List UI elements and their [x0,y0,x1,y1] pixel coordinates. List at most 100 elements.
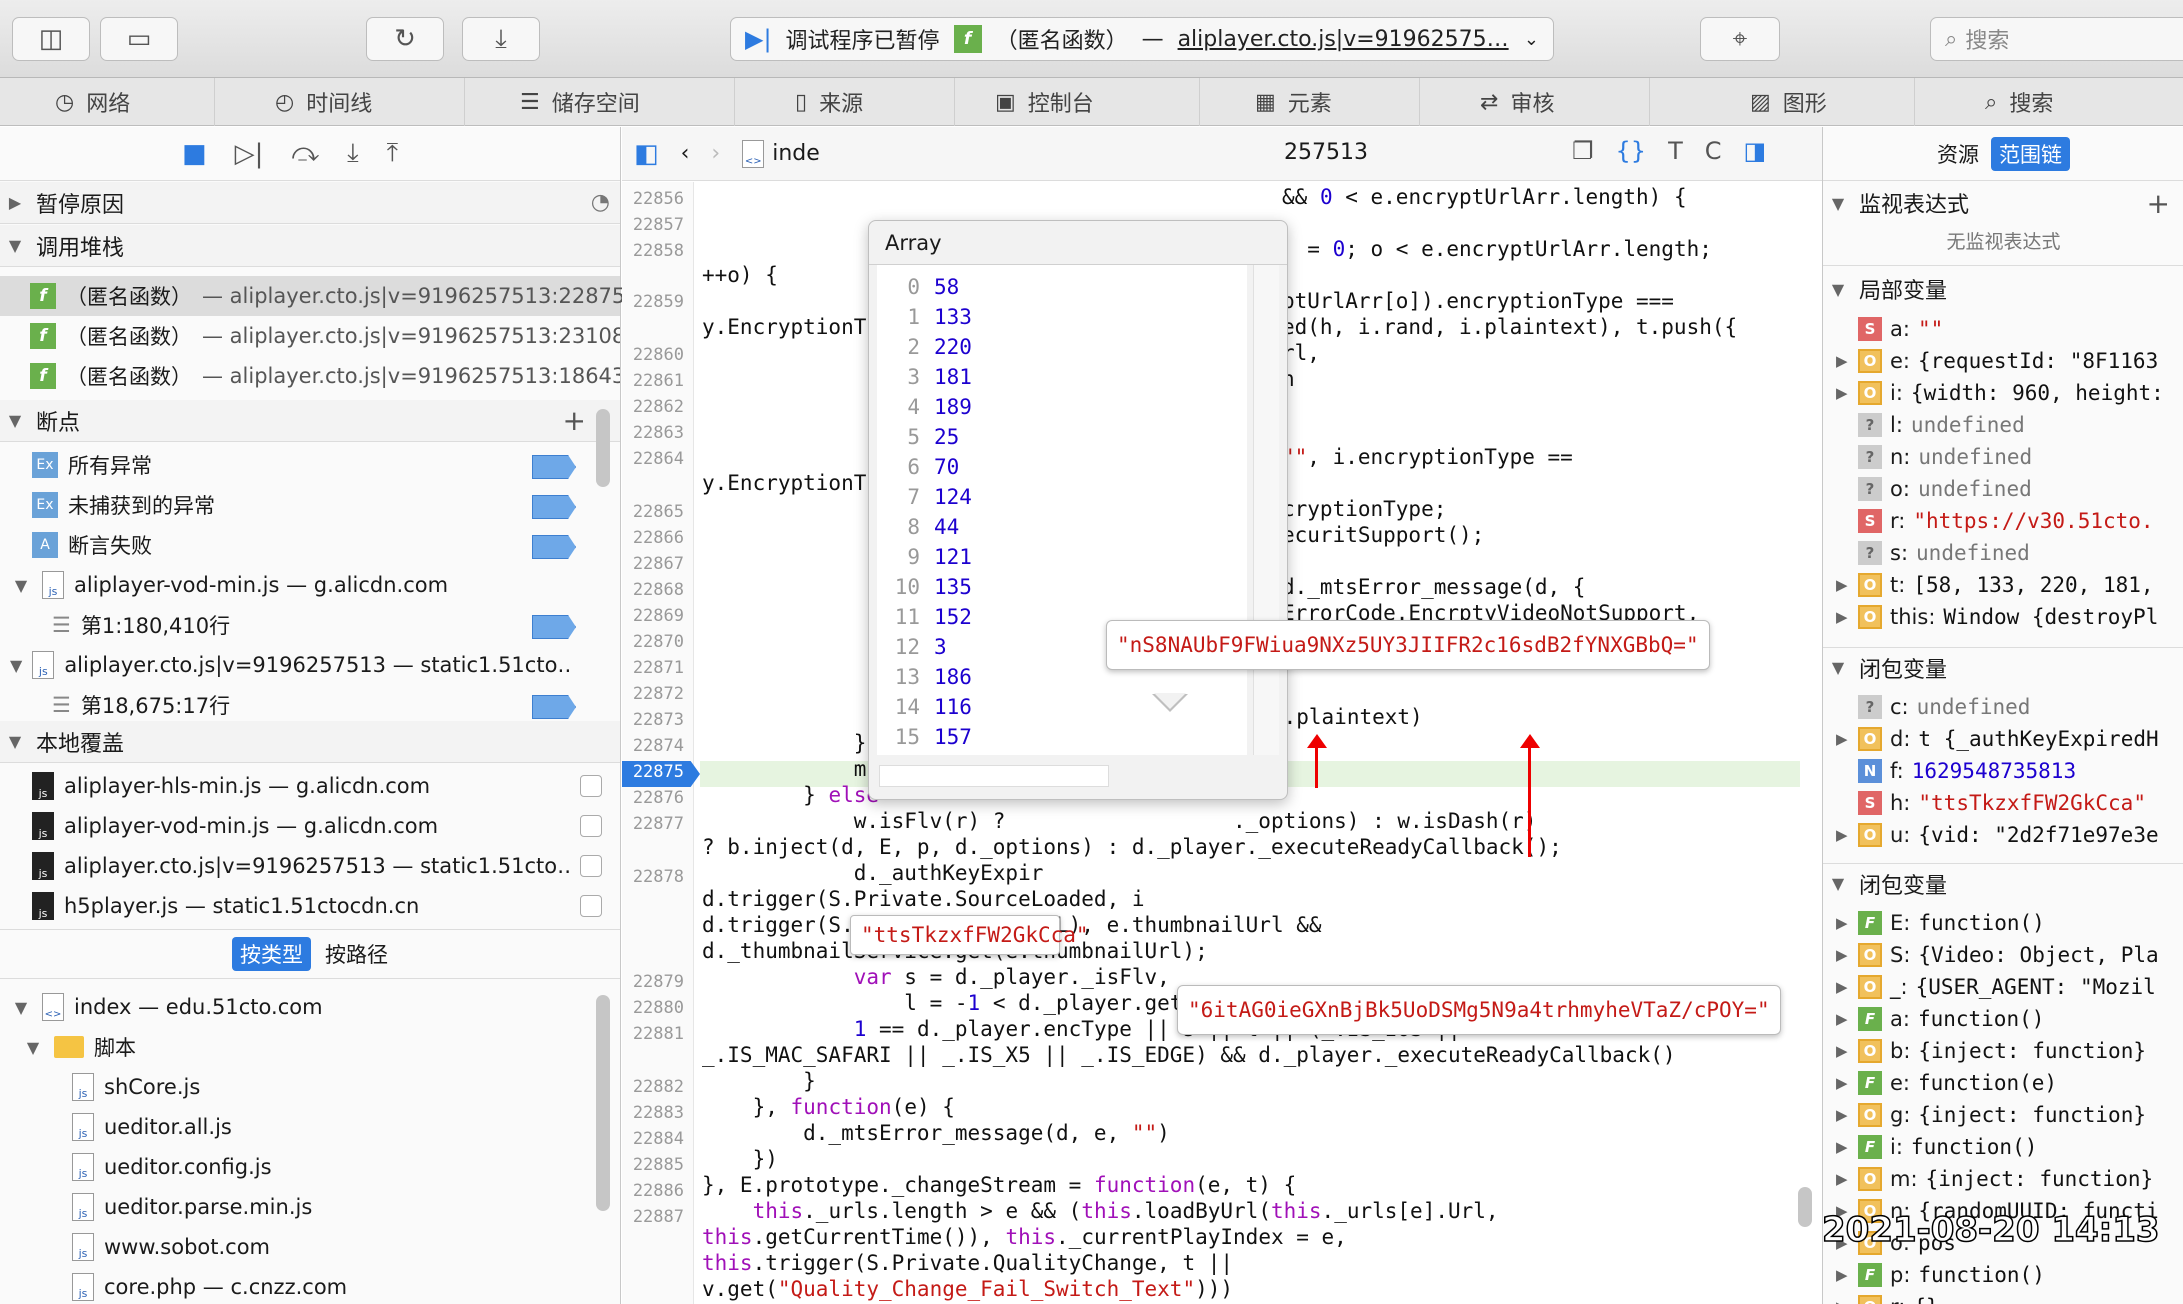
stack-frame-0[interactable]: f （匿名函数） — aliplayer.cto.js|v=9196257513:2… [0,276,625,316]
scope-variable[interactable]: ▶ Om: {inject: function} [1836,1163,2153,1195]
tab-storage[interactable]: ☰ 储存空间 [465,78,735,126]
bp-file-2[interactable]: ▼ js aliplayer.cto.js|v=9196257513 — stati… [0,645,570,685]
tree-file[interactable]: js ueditor.all.js [0,1107,232,1147]
section-watch[interactable]: ▼ 监视表达式 + [1823,183,2183,223]
line-number[interactable]: 22887 [622,1207,684,1227]
line-number[interactable]: 22860 [622,345,684,365]
line-number[interactable]: 22882 [622,1077,684,1097]
copy-icon[interactable]: ❐ [1572,137,1594,165]
stack-frame-2[interactable]: f （匿名函数） — aliplayer.cto.js|v=9196257513:1… [0,356,620,396]
tab-elements[interactable]: ▦ 元素 [1200,78,1420,126]
scope-variable[interactable]: ▶ Od: t {_authKeyExpiredH [1836,723,2159,755]
bp-line-1[interactable]: ☰ 第1:180,410行 [0,605,230,645]
expand-icon[interactable]: ▶ [1836,1298,1850,1304]
override-checkbox[interactable] [580,855,602,877]
scope-variable[interactable]: Sr: "https://v30.51cto. [1836,505,2154,537]
scope-variable[interactable]: ▶ Oi: {width: 960, height: [1836,377,2164,409]
tree-file[interactable]: js www.sobot.com [0,1227,270,1267]
group-by-type-button[interactable]: 按类型 [232,937,311,971]
scope-variable[interactable]: ? s: undefined [1836,537,2030,569]
scope-variable[interactable]: ? n: undefined [1836,441,2032,473]
expand-icon[interactable]: ▶ [1836,352,1850,370]
line-number[interactable]: 22865 [622,502,684,522]
line-number[interactable]: 22878 [622,867,684,887]
step-out-icon[interactable]: ⤒ [387,138,399,169]
bp-flag-icon[interactable] [532,695,576,719]
scope-variable[interactable]: ? l: undefined [1836,409,2025,441]
scope-variable[interactable]: Sa: "" [1836,313,1943,345]
scope-variable[interactable]: ▶ Fe: function(e) [1836,1067,2057,1099]
tab-sources[interactable]: ▯ 来源 [735,78,955,126]
tab-search[interactable]: ⌕ 搜索 [1915,78,2183,126]
expand-icon[interactable]: ▶ [1836,1074,1850,1092]
download-button[interactable]: ⤓ [462,17,540,61]
popover-scrollbar[interactable] [1253,265,1279,755]
line-number[interactable]: 22864 [622,449,684,469]
line-number[interactable]: 22884 [622,1129,684,1149]
sidebar-toggle-button[interactable]: ◫ [12,17,90,61]
line-number[interactable]: 22868 [622,580,684,600]
line-number[interactable]: 22856 [622,189,684,209]
line-number[interactable]: 22877 [622,814,684,834]
scope-variable[interactable]: ▶ O _: {USER_AGENT: "Mozil [1836,971,2156,1003]
line-number[interactable]: 22871 [622,658,684,678]
override-file-1[interactable]: js aliplayer-vod-min.js — g.alicdn.com [0,806,438,846]
line-number[interactable]: 22866 [622,528,684,548]
line-number[interactable]: 22861 [622,371,684,391]
scope-variable[interactable]: ▶ Or: {} [1836,1291,1939,1304]
tab-timeline[interactable]: ◴ 时间线 [215,78,465,126]
step-into-icon[interactable]: ⤓ [347,138,359,169]
bp-file-1[interactable]: ▼ js aliplayer-vod-min.js — g.alicdn.com [0,565,448,605]
forward-icon[interactable]: › [711,141,720,166]
expand-icon[interactable]: ▶ [1836,1042,1850,1060]
line-number[interactable]: 22867 [622,554,684,574]
expand-icon[interactable]: ▶ [1836,384,1850,402]
expand-icon[interactable]: ▶ [1836,978,1850,996]
bp-flag-icon[interactable] [532,535,576,559]
navigator-icon[interactable]: ◧ [634,139,659,169]
line-number[interactable]: 22869 [622,606,684,626]
group-by-path-button[interactable]: 按路径 [325,939,388,969]
search-input[interactable]: ⌕ 搜索 [1930,17,2183,61]
tab-network[interactable]: ◷ 网络 [0,78,215,126]
line-number[interactable]: 22881 [622,1024,684,1044]
type-icon[interactable]: T [1668,137,1683,165]
line-number[interactable]: 22858 [622,241,684,261]
section-locals[interactable]: ▼ 局部变量 [1823,269,2183,309]
pretty-print-icon[interactable]: {} [1616,137,1647,165]
section-breakpoints[interactable]: ▼ 断点 + [0,400,620,442]
tab-resources[interactable]: 资源 [1937,139,1979,169]
line-number[interactable]: 22859 [622,292,684,312]
line-number[interactable]: 22880 [622,998,684,1018]
line-number[interactable]: 22885 [622,1155,684,1175]
bp-all-exceptions[interactable]: Ex 所有异常 [0,445,152,485]
breakpoints-scrollbar[interactable] [596,409,610,487]
scope-variable[interactable]: ▶ O S: {Video: Object, Pla [1836,939,2159,971]
coverage-icon[interactable]: C [1705,137,1722,165]
line-number[interactable]: 22872 [622,684,684,704]
section-closure-1[interactable]: ▼ 闭包变量 [1823,647,2183,687]
line-number[interactable]: 22886 [622,1181,684,1201]
bp-flag-icon[interactable] [532,495,576,519]
scope-variable[interactable]: ▶ Ob: {inject: function} [1836,1035,2146,1067]
tab-graphics[interactable]: ▨ 图形 [1650,78,1915,126]
line-number-current[interactable]: 22875 [622,762,684,782]
stack-frame-1[interactable]: f （匿名函数） — aliplayer.cto.js|v=9196257513:2… [0,316,620,356]
tree-file[interactable]: js ueditor.parse.min.js [0,1187,312,1227]
expand-icon[interactable]: ▶ [1836,914,1850,932]
scope-variable[interactable]: ▶ Ot: [58, 133, 220, 181, [1836,569,2154,601]
expand-icon[interactable]: ▶ [1836,730,1850,748]
reload-button[interactable]: ↻ [366,17,444,61]
step-over-icon[interactable]: ⤼ [291,138,319,169]
scope-variable[interactable]: ? o: undefined [1836,473,2032,505]
expand-icon[interactable]: ▶ [1836,946,1850,964]
tab-audit[interactable]: ⇄ 审核 [1420,78,1650,126]
line-number[interactable]: 22857 [622,215,684,235]
tree-folder-scripts[interactable]: ▼ 脚本 [0,1027,136,1067]
bottom-panel-toggle-button[interactable]: ▭ [100,17,178,61]
scope-variable[interactable]: ▶ Oe: {requestId: "8F1163 [1836,345,2158,377]
editor-tab[interactable]: <> inde [742,139,820,168]
tab-scope-chain[interactable]: 范围链 [1991,136,2070,171]
expand-icon[interactable]: ▶ [1836,1266,1850,1284]
tree-file[interactable]: js core.php — c.cnzz.com [0,1267,347,1304]
